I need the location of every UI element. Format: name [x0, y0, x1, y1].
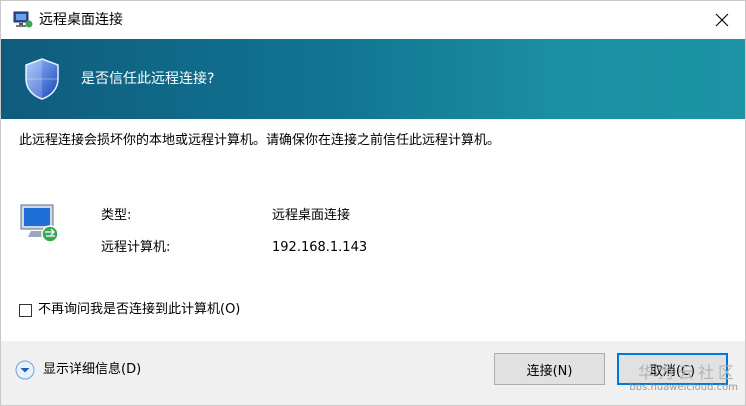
- remote-computer-value: 192.168.1.143: [272, 240, 368, 255]
- type-label: 类型:: [101, 208, 132, 223]
- shield-icon: [25, 58, 59, 100]
- close-button[interactable]: [699, 1, 745, 39]
- dont-ask-again-label[interactable]: 不再询问我是否连接到此计算机(O): [38, 301, 240, 319]
- dialog-footer: 显示详细信息(D) 连接(N) 取消(C): [1, 341, 745, 405]
- title-bar[interactable]: 远程桌面连接: [1, 1, 745, 39]
- header-title: 是否信任此远程连接?: [81, 71, 215, 87]
- cancel-button[interactable]: 取消(C): [617, 353, 728, 385]
- show-details-label[interactable]: 显示详细信息(D): [43, 361, 141, 379]
- dont-ask-again-checkbox[interactable]: [19, 303, 32, 317]
- dialog-window: 远程桌面连接 是否信任此远程连接? 此远程连接会损坏你的本地或远程计算机。请确保…: [0, 0, 746, 406]
- remote-computer-label: 远程计算机:: [101, 240, 171, 255]
- header-banner: 是否信任此远程连接?: [1, 39, 745, 119]
- remote-desktop-icon: [13, 11, 33, 28]
- window-title: 远程桌面连接: [39, 12, 123, 28]
- chevron-down-icon: [15, 360, 35, 380]
- show-details-toggle[interactable]: 显示详细信息(D): [15, 360, 141, 380]
- type-value: 远程桌面连接: [272, 208, 351, 223]
- warning-text: 此远程连接会损坏你的本地或远程计算机。请确保你在连接之前信任此远程计算机。: [19, 133, 501, 148]
- remote-computer-icon: [20, 204, 59, 243]
- dont-ask-again-option[interactable]: 不再询问我是否连接到此计算机(O): [19, 301, 240, 319]
- close-icon: [715, 13, 729, 27]
- connect-button[interactable]: 连接(N): [494, 353, 605, 385]
